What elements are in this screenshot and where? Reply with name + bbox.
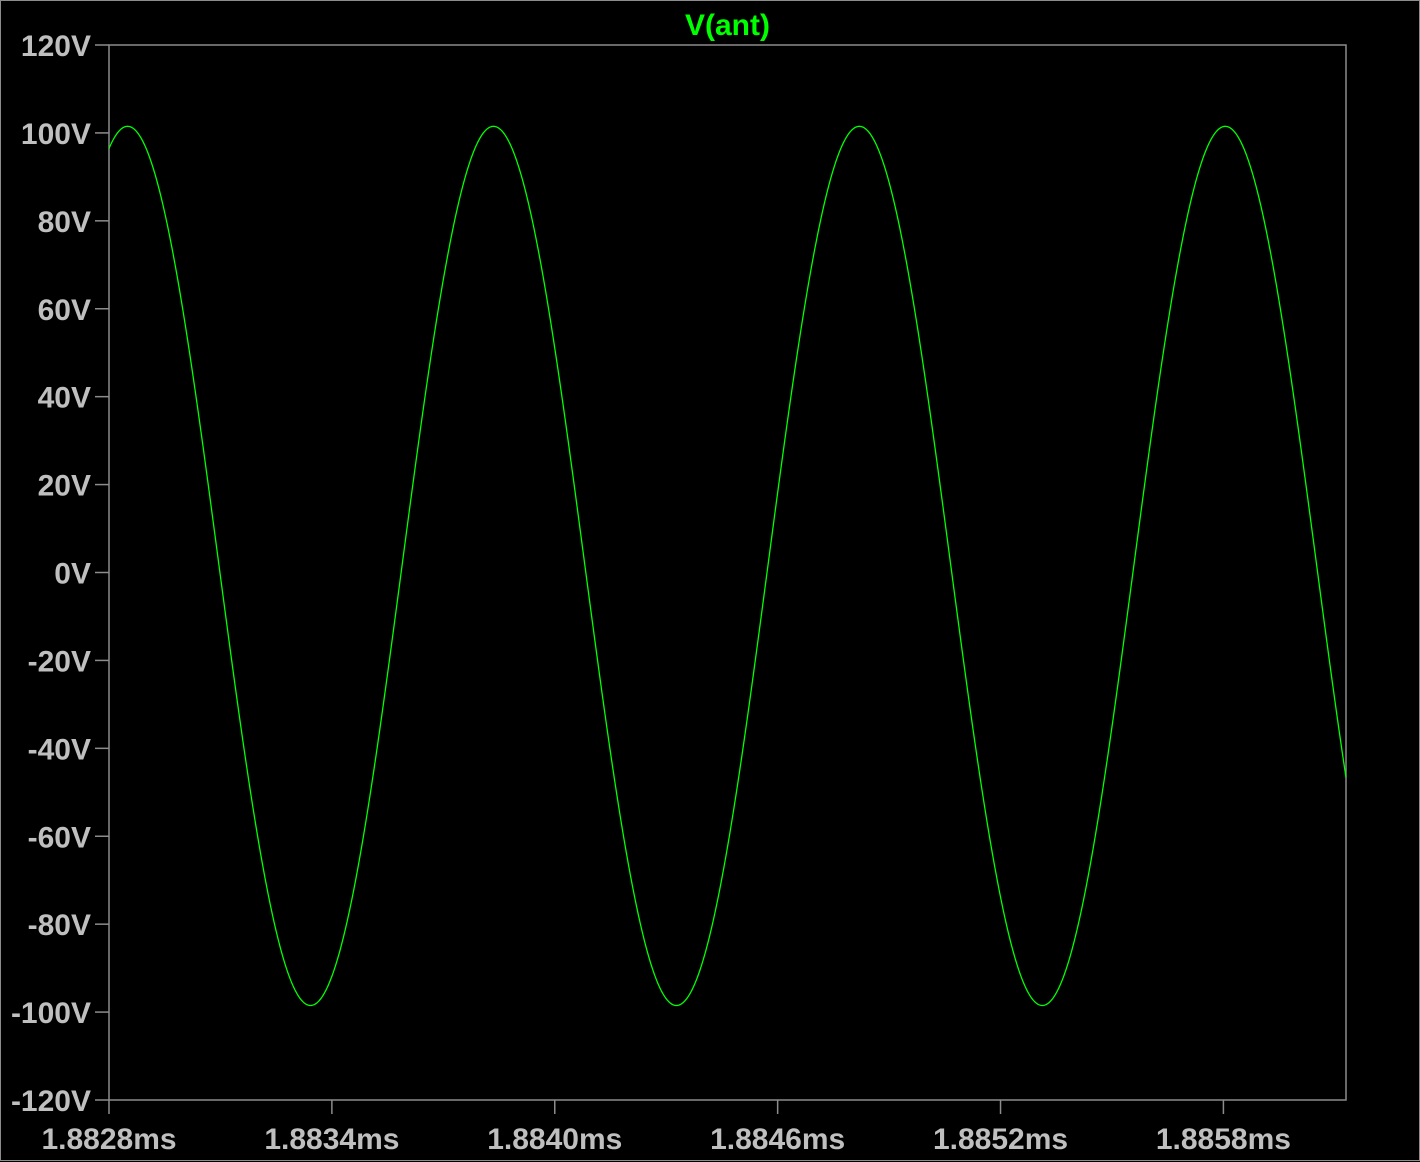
y-tick-label: 120V <box>21 30 91 63</box>
trace-layer <box>108 125 1347 1007</box>
series-line-v-ant <box>108 125 1347 1007</box>
axes <box>95 44 1347 1114</box>
y-tick-label: -40V <box>28 733 91 766</box>
y-tick-label: -120V <box>11 1085 91 1118</box>
trace-name-label[interactable]: V(ant) <box>685 9 770 42</box>
y-tick-label: 0V <box>54 558 91 591</box>
y-tick-label: -60V <box>28 821 91 854</box>
x-tick-label: 1.8846ms <box>710 1123 845 1156</box>
waveform-chart[interactable]: 120V 100V 80V 60V 40V 20V 0V -20V -40V -60V -80V -1… <box>1 1 1420 1162</box>
y-tick-label: -80V <box>28 909 91 942</box>
x-tick-label: 1.8840ms <box>487 1123 622 1156</box>
plot-window: 120V 100V 80V 60V 40V 20V 0V -20V -40V -60V -80V -1… <box>0 0 1420 1161</box>
x-tick-label: 1.8852ms <box>933 1123 1068 1156</box>
y-tick-label: 40V <box>38 382 91 415</box>
labels: 120V 100V 80V 60V 40V 20V 0V -20V -40V -60V -80V -1… <box>11 9 1291 1156</box>
x-tick-label: 1.8834ms <box>264 1123 399 1156</box>
y-tick-label: 20V <box>38 470 91 503</box>
plot-frame <box>108 44 1347 1101</box>
y-tick-label: 60V <box>38 294 91 327</box>
y-tick-label: -100V <box>11 997 91 1030</box>
x-tick-label: 1.8858ms <box>1156 1123 1291 1156</box>
y-tick-label: -20V <box>28 645 91 678</box>
x-tick-label: 1.8828ms <box>41 1123 176 1156</box>
y-tick-label: 100V <box>21 118 91 151</box>
y-tick-label: 80V <box>38 206 91 239</box>
